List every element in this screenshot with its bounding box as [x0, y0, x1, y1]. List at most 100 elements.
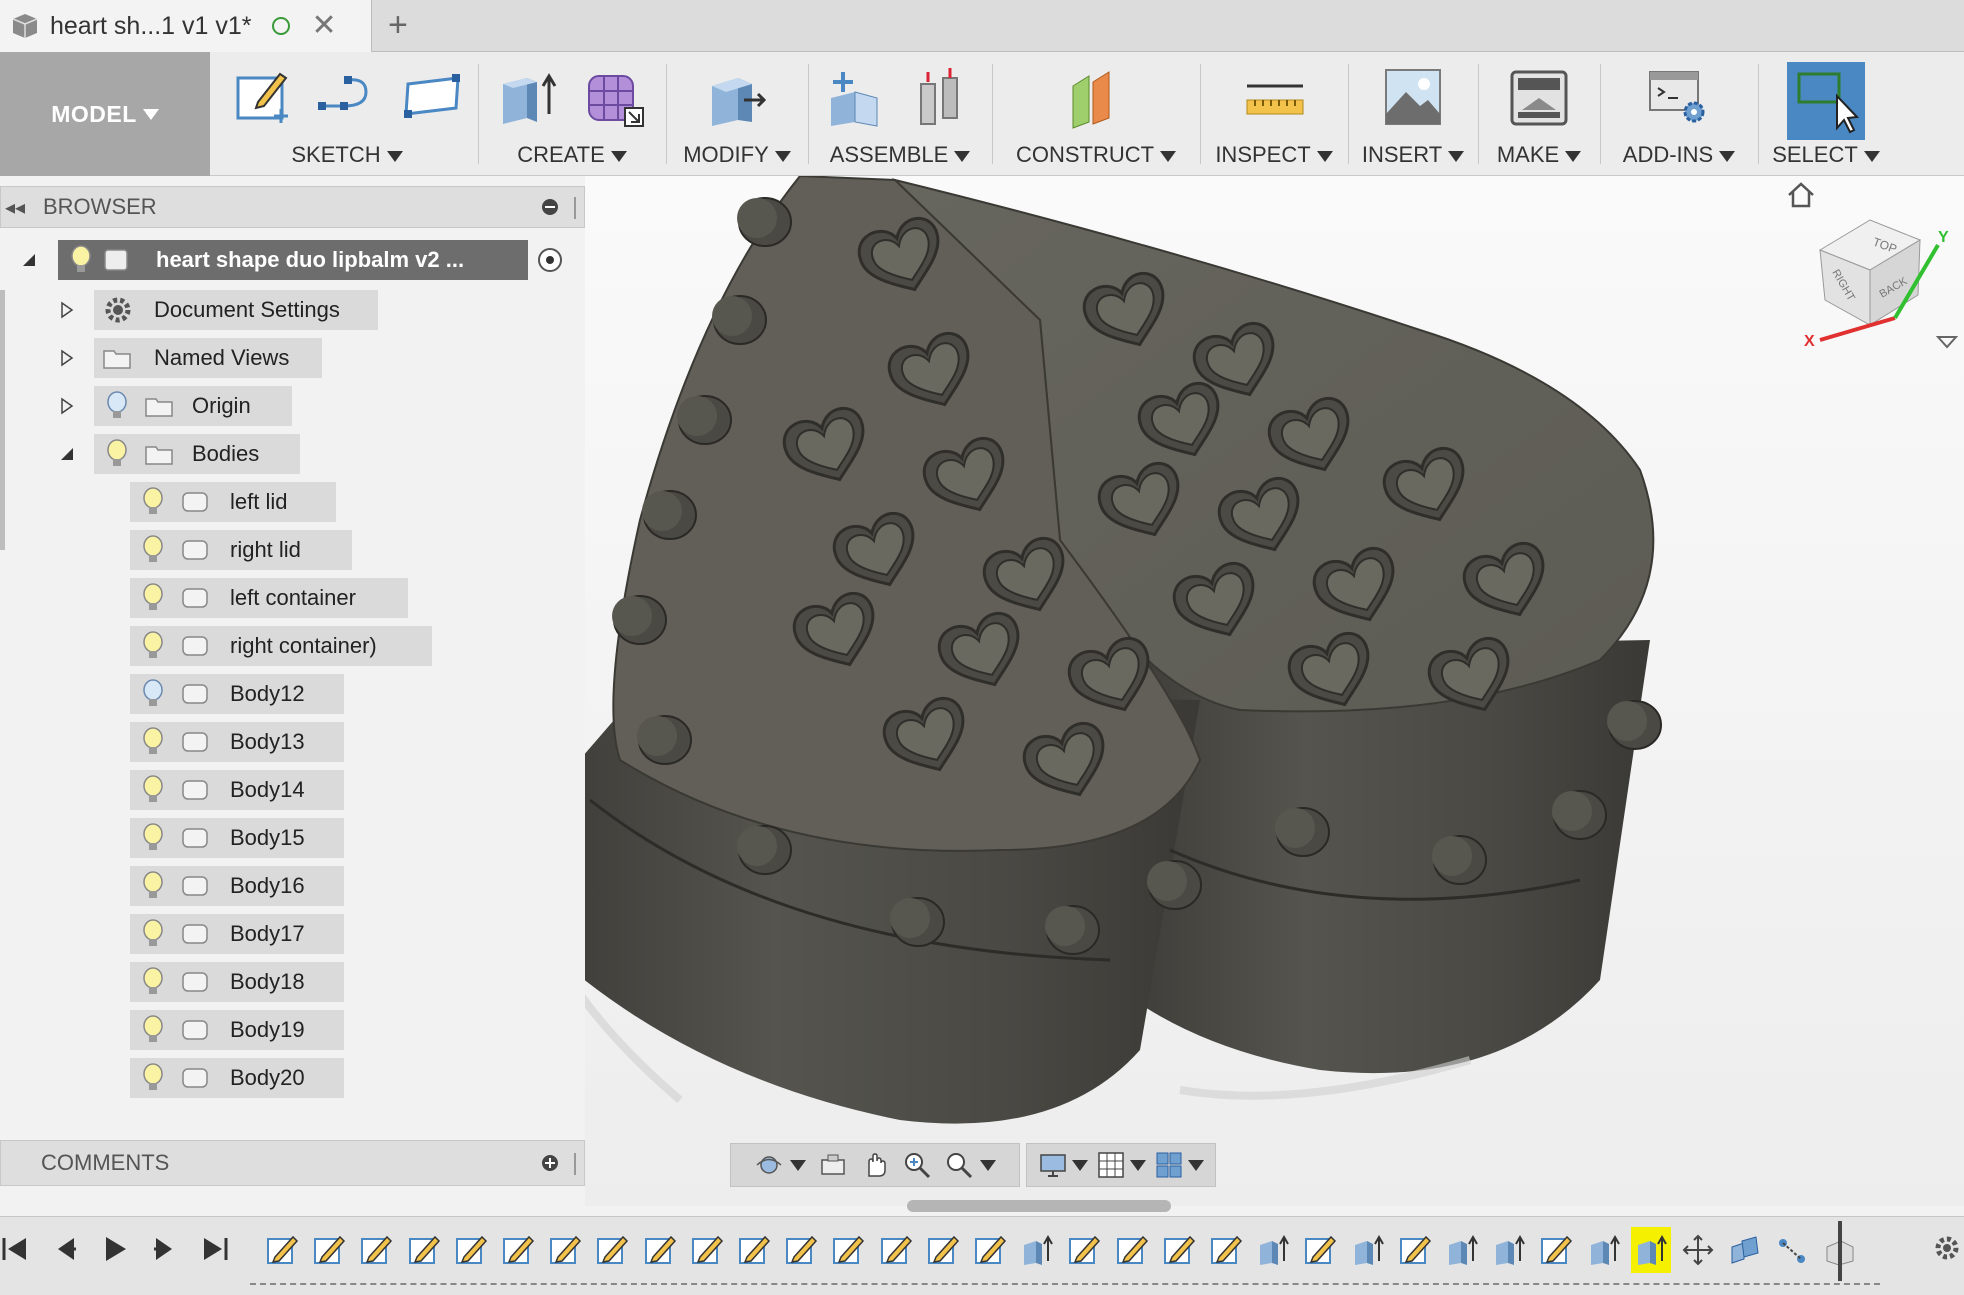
play-icon[interactable] [100, 1234, 130, 1264]
skip-end-icon[interactable] [200, 1234, 230, 1264]
step-back-icon[interactable] [50, 1234, 80, 1264]
skip-start-icon[interactable] [0, 1234, 30, 1264]
timeline-extrude-feature[interactable] [1489, 1227, 1529, 1273]
timeline-sketch-feature[interactable] [781, 1227, 821, 1273]
chevron-down-icon[interactable] [1130, 1159, 1146, 1171]
collapse-panel-icon[interactable]: ◂◂ [5, 195, 33, 220]
lightbulb-icon[interactable] [140, 919, 166, 949]
lightbulb-icon[interactable] [68, 245, 94, 275]
timeline-sketch-feature[interactable] [545, 1227, 585, 1273]
chevron-down-icon[interactable] [790, 1159, 806, 1171]
timeline-joint-feature[interactable] [1772, 1227, 1812, 1273]
timeline-sketch-feature[interactable] [404, 1227, 444, 1273]
close-tab-icon[interactable]: ✕ [312, 11, 337, 41]
step-forward-icon[interactable] [150, 1234, 180, 1264]
body-item[interactable]: right container) [0, 626, 585, 666]
viewcube[interactable]: TOP RIGHT BACK X Y [1800, 200, 1950, 350]
timeline-sketch-feature[interactable] [451, 1227, 491, 1273]
add-ins-menu[interactable]: ADD-INS [1606, 52, 1752, 176]
minimize-icon[interactable] [542, 199, 558, 215]
timeline-move-feature[interactable] [1678, 1227, 1718, 1273]
timeline-sketch-feature[interactable] [734, 1227, 774, 1273]
viewcube-menu-icon[interactable] [1936, 334, 1958, 350]
browser-item-bodies[interactable]: Bodies [0, 434, 585, 474]
timeline-sketch-feature[interactable] [356, 1227, 396, 1273]
body-item[interactable]: left lid [0, 482, 585, 522]
timeline-sketch-feature[interactable] [1112, 1227, 1152, 1273]
timeline-extrude-feature[interactable] [1584, 1227, 1624, 1273]
timeline-marker[interactable] [1838, 1221, 1842, 1281]
timeline-extrude-feature[interactable] [1017, 1227, 1057, 1273]
insert-menu[interactable]: INSERT [1354, 52, 1472, 176]
body-item[interactable]: left container [0, 578, 585, 618]
body-item[interactable]: Body18 [0, 962, 585, 1002]
measure-icon[interactable] [1241, 64, 1307, 130]
form-icon[interactable] [581, 64, 647, 130]
body-item[interactable]: Body15 [0, 818, 585, 858]
lightbulb-icon[interactable] [140, 487, 166, 517]
make-menu[interactable]: MAKE [1484, 52, 1594, 176]
joint-icon[interactable] [909, 64, 975, 130]
pan-icon[interactable] [860, 1150, 890, 1180]
timeline-sketch-feature[interactable] [1300, 1227, 1340, 1273]
body-item[interactable]: Body12 [0, 674, 585, 714]
assemble-menu[interactable]: ASSEMBLE [814, 52, 986, 176]
timeline-sketch-feature[interactable] [687, 1227, 727, 1273]
3d-print-icon[interactable] [1506, 64, 1572, 130]
extrude-icon[interactable] [497, 64, 563, 130]
timeline-extrude-feature[interactable] [1442, 1227, 1482, 1273]
timeline-sketch-feature[interactable] [262, 1227, 302, 1273]
lightbulb-icon[interactable] [140, 1015, 166, 1045]
document-tab[interactable]: heart sh...1 v1 v1* ✕ [0, 0, 372, 52]
activate-radio[interactable] [538, 248, 562, 272]
timeline-sketch-feature[interactable] [640, 1227, 680, 1273]
line-icon[interactable] [314, 64, 380, 130]
timeline-extrude-feature[interactable] [1630, 1227, 1671, 1273]
timeline-sketch-feature[interactable] [970, 1227, 1010, 1273]
browser-scrollbar[interactable] [0, 290, 5, 550]
collapse-triangle-icon[interactable] [18, 249, 40, 271]
body-item[interactable]: Body19 [0, 1010, 585, 1050]
body-item[interactable]: Body14 [0, 770, 585, 810]
timeline-sketch-feature[interactable] [498, 1227, 538, 1273]
expand-triangle-icon[interactable] [56, 347, 78, 369]
expand-triangle-icon[interactable] [56, 299, 78, 321]
create-menu[interactable]: CREATE [484, 52, 660, 176]
timeline-extrude-feature[interactable] [1253, 1227, 1293, 1273]
scripts-icon[interactable] [1646, 64, 1712, 130]
lightbulb-icon[interactable] [140, 583, 166, 613]
grid-icon[interactable] [1096, 1150, 1126, 1180]
timeline-sketch-feature[interactable] [1536, 1227, 1576, 1273]
browser-item-origin[interactable]: Origin [0, 386, 585, 426]
timeline-sketch-feature[interactable] [1206, 1227, 1246, 1273]
body-item[interactable]: Body17 [0, 914, 585, 954]
add-comment-icon[interactable] [542, 1155, 558, 1171]
new-tab-button[interactable]: + [388, 6, 408, 45]
lightbulb-icon[interactable] [104, 439, 130, 469]
workspace-switcher[interactable]: MODEL [0, 52, 210, 176]
look-at-icon[interactable] [818, 1150, 848, 1180]
sketch-menu[interactable]: SKETCH [222, 52, 472, 176]
panel-handle[interactable] [574, 197, 576, 219]
select-menu[interactable]: SELECT [1764, 52, 1888, 176]
timeline-sketch-feature[interactable] [309, 1227, 349, 1273]
orbit-icon[interactable] [754, 1150, 784, 1180]
offset-plane-icon[interactable] [1063, 64, 1129, 130]
press-pull-icon[interactable] [704, 64, 770, 130]
panel-handle[interactable] [574, 1153, 576, 1175]
lightbulb-icon[interactable] [140, 775, 166, 805]
lightbulb-icon[interactable] [140, 631, 166, 661]
browser-item-document-settings[interactable]: Document Settings [0, 290, 585, 330]
timeline-sketch-feature[interactable] [1064, 1227, 1104, 1273]
body-item[interactable]: Body13 [0, 722, 585, 762]
chevron-down-icon[interactable] [1072, 1159, 1088, 1171]
new-component-icon[interactable] [825, 64, 891, 130]
expand-triangle-icon[interactable] [56, 395, 78, 417]
timeline-sketch-feature[interactable] [592, 1227, 632, 1273]
horizontal-scrollbar[interactable] [907, 1200, 1171, 1212]
lightbulb-icon[interactable] [140, 871, 166, 901]
timeline-sketch-feature[interactable] [876, 1227, 916, 1273]
body-item[interactable]: Body20 [0, 1058, 585, 1098]
body-item[interactable]: Body16 [0, 866, 585, 906]
insert-image-icon[interactable] [1380, 64, 1446, 130]
